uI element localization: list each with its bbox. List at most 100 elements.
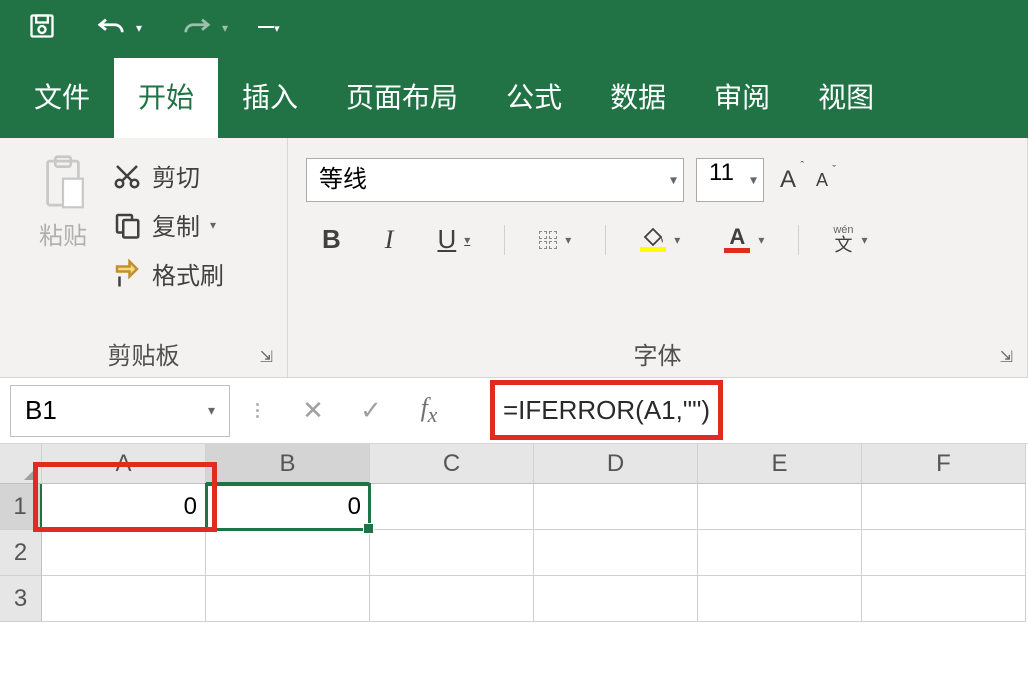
col-header-d[interactable]: D (534, 444, 698, 484)
paste-button[interactable]: 粘贴 (18, 150, 108, 330)
redo-icon (182, 14, 212, 43)
group-clipboard-label: 剪贴板 ⇲ (18, 330, 269, 373)
cell-d2[interactable] (534, 530, 698, 576)
cell-f1[interactable] (862, 484, 1026, 530)
group-font: 等线 ▾ 11 ▾ Aˆ Aˇ B I U ▾ (288, 138, 1028, 377)
spreadsheet-grid: A B C D E F 1 0 0 2 3 (0, 444, 1028, 622)
fill-color-button[interactable]: ▾ (630, 225, 690, 254)
cell-a1[interactable]: 0 (42, 484, 206, 530)
save-button[interactable] (28, 12, 56, 45)
tab-file[interactable]: 文件 (10, 58, 114, 138)
cell-f2[interactable] (862, 530, 1026, 576)
fx-icon: fx (421, 393, 438, 428)
italic-button[interactable]: I (375, 223, 404, 257)
cell-b2[interactable] (206, 530, 370, 576)
cell-a2[interactable] (42, 530, 206, 576)
cell-f3[interactable] (862, 576, 1026, 622)
copy-button[interactable]: 复制 ▾ (112, 207, 224, 242)
cell-b1[interactable]: 0 (206, 484, 370, 530)
col-header-a[interactable]: A (42, 444, 206, 484)
cell-d3[interactable] (534, 576, 698, 622)
font-name-value: 等线 (319, 166, 367, 193)
x-icon: ✕ (302, 395, 324, 426)
increase-font-button[interactable]: Aˆ (776, 160, 800, 200)
row-header-1[interactable]: 1 (0, 484, 42, 530)
font-size-select[interactable]: 11 ▾ (696, 158, 764, 202)
col-header-b[interactable]: B (206, 444, 370, 484)
tab-formulas[interactable]: 公式 (482, 58, 586, 138)
col-header-e[interactable]: E (698, 444, 862, 484)
font-name-select[interactable]: 等线 ▾ (306, 158, 684, 202)
check-icon: ✓ (360, 395, 382, 426)
cell-e2[interactable] (698, 530, 862, 576)
tab-review[interactable]: 审阅 (690, 58, 794, 138)
ribbon: 粘贴 剪切 复制 ▾ 格式刷 剪贴板 ⇲ (0, 138, 1028, 378)
select-all-corner[interactable] (0, 444, 42, 484)
chevron-down-icon: ▾ (758, 233, 764, 247)
chevron-down-icon: ▾ (210, 218, 216, 232)
decrease-font-button[interactable]: Aˇ (812, 164, 832, 197)
col-header-f[interactable]: F (862, 444, 1026, 484)
separator (250, 403, 264, 418)
cell-d1[interactable] (534, 484, 698, 530)
caret-down-icon: ˇ (832, 164, 836, 176)
group-clipboard: 粘贴 剪切 复制 ▾ 格式刷 剪贴板 ⇲ (0, 138, 288, 377)
tab-insert[interactable]: 插入 (218, 58, 322, 138)
confirm-formula-button[interactable]: ✓ (342, 395, 400, 426)
chevron-down-icon: ▾ (208, 402, 215, 419)
row-header-2[interactable]: 2 (0, 530, 42, 576)
bold-button[interactable]: B (312, 222, 351, 257)
ribbon-tabs: 文件 开始 插入 页面布局 公式 数据 审阅 视图 (0, 56, 1028, 138)
cell-c2[interactable] (370, 530, 534, 576)
chevron-down-icon: ▾ (750, 172, 757, 189)
cell-b3[interactable] (206, 576, 370, 622)
tab-data[interactable]: 数据 (586, 58, 690, 138)
chevron-down-icon: ▾ (136, 21, 142, 35)
group-font-label: 字体 ⇲ (306, 330, 1009, 373)
qat-customize[interactable]: ▾ (258, 22, 280, 35)
redo-button[interactable]: ▾ (182, 14, 228, 43)
formula-text: =IFERROR(A1,"") (490, 380, 723, 440)
undo-icon (96, 14, 126, 43)
cut-label: 剪切 (152, 158, 200, 193)
cut-button[interactable]: 剪切 (112, 158, 224, 193)
cell-c1[interactable] (370, 484, 534, 530)
insert-function-button[interactable]: fx (400, 393, 458, 428)
cell-a3[interactable] (42, 576, 206, 622)
col-header-c[interactable]: C (370, 444, 534, 484)
tab-layout[interactable]: 页面布局 (322, 58, 482, 138)
phonetic-guide-button[interactable]: wén 文 ▾ (823, 222, 877, 258)
dialog-launcher-icon[interactable]: ⇲ (1000, 347, 1013, 367)
tab-home[interactable]: 开始 (114, 58, 218, 138)
row-header-3[interactable]: 3 (0, 576, 42, 622)
formula-input[interactable]: =IFERROR(A1,"") (458, 395, 1028, 426)
undo-button[interactable]: ▾ (96, 14, 142, 43)
cell-e3[interactable] (698, 576, 862, 622)
borders-icon (539, 231, 557, 249)
dialog-launcher-icon[interactable]: ⇲ (260, 347, 273, 367)
tab-view[interactable]: 视图 (794, 58, 898, 138)
borders-button[interactable]: ▾ (529, 229, 581, 251)
chevron-down-icon: ▾ (670, 172, 677, 189)
copy-label: 复制 (152, 207, 200, 242)
font-color-button[interactable]: A ▾ (714, 224, 774, 255)
cell-e1[interactable] (698, 484, 862, 530)
copy-icon (112, 210, 142, 240)
formula-bar: B1 ▾ ✕ ✓ fx =IFERROR(A1,"") (0, 378, 1028, 444)
format-painter-button[interactable]: 格式刷 (112, 256, 224, 291)
chevron-down-icon: ▾ (222, 21, 228, 35)
name-box[interactable]: B1 ▾ (10, 385, 230, 437)
paint-bucket-icon (642, 227, 664, 247)
chevron-down-icon: ▾ (674, 233, 680, 247)
chevron-down-icon: ▾ (862, 233, 868, 247)
cancel-formula-button[interactable]: ✕ (284, 395, 342, 426)
save-icon (28, 12, 56, 45)
underline-button[interactable]: U ▾ (427, 222, 480, 257)
format-painter-icon (112, 259, 142, 289)
quick-access-toolbar: ▾ ▾ ▾ (0, 0, 1028, 56)
clipboard-icon (41, 154, 85, 210)
caret-up-icon: ˆ (800, 160, 804, 172)
paste-label: 粘贴 (39, 216, 87, 251)
chevron-down-icon: ▾ (565, 233, 571, 247)
cell-c3[interactable] (370, 576, 534, 622)
